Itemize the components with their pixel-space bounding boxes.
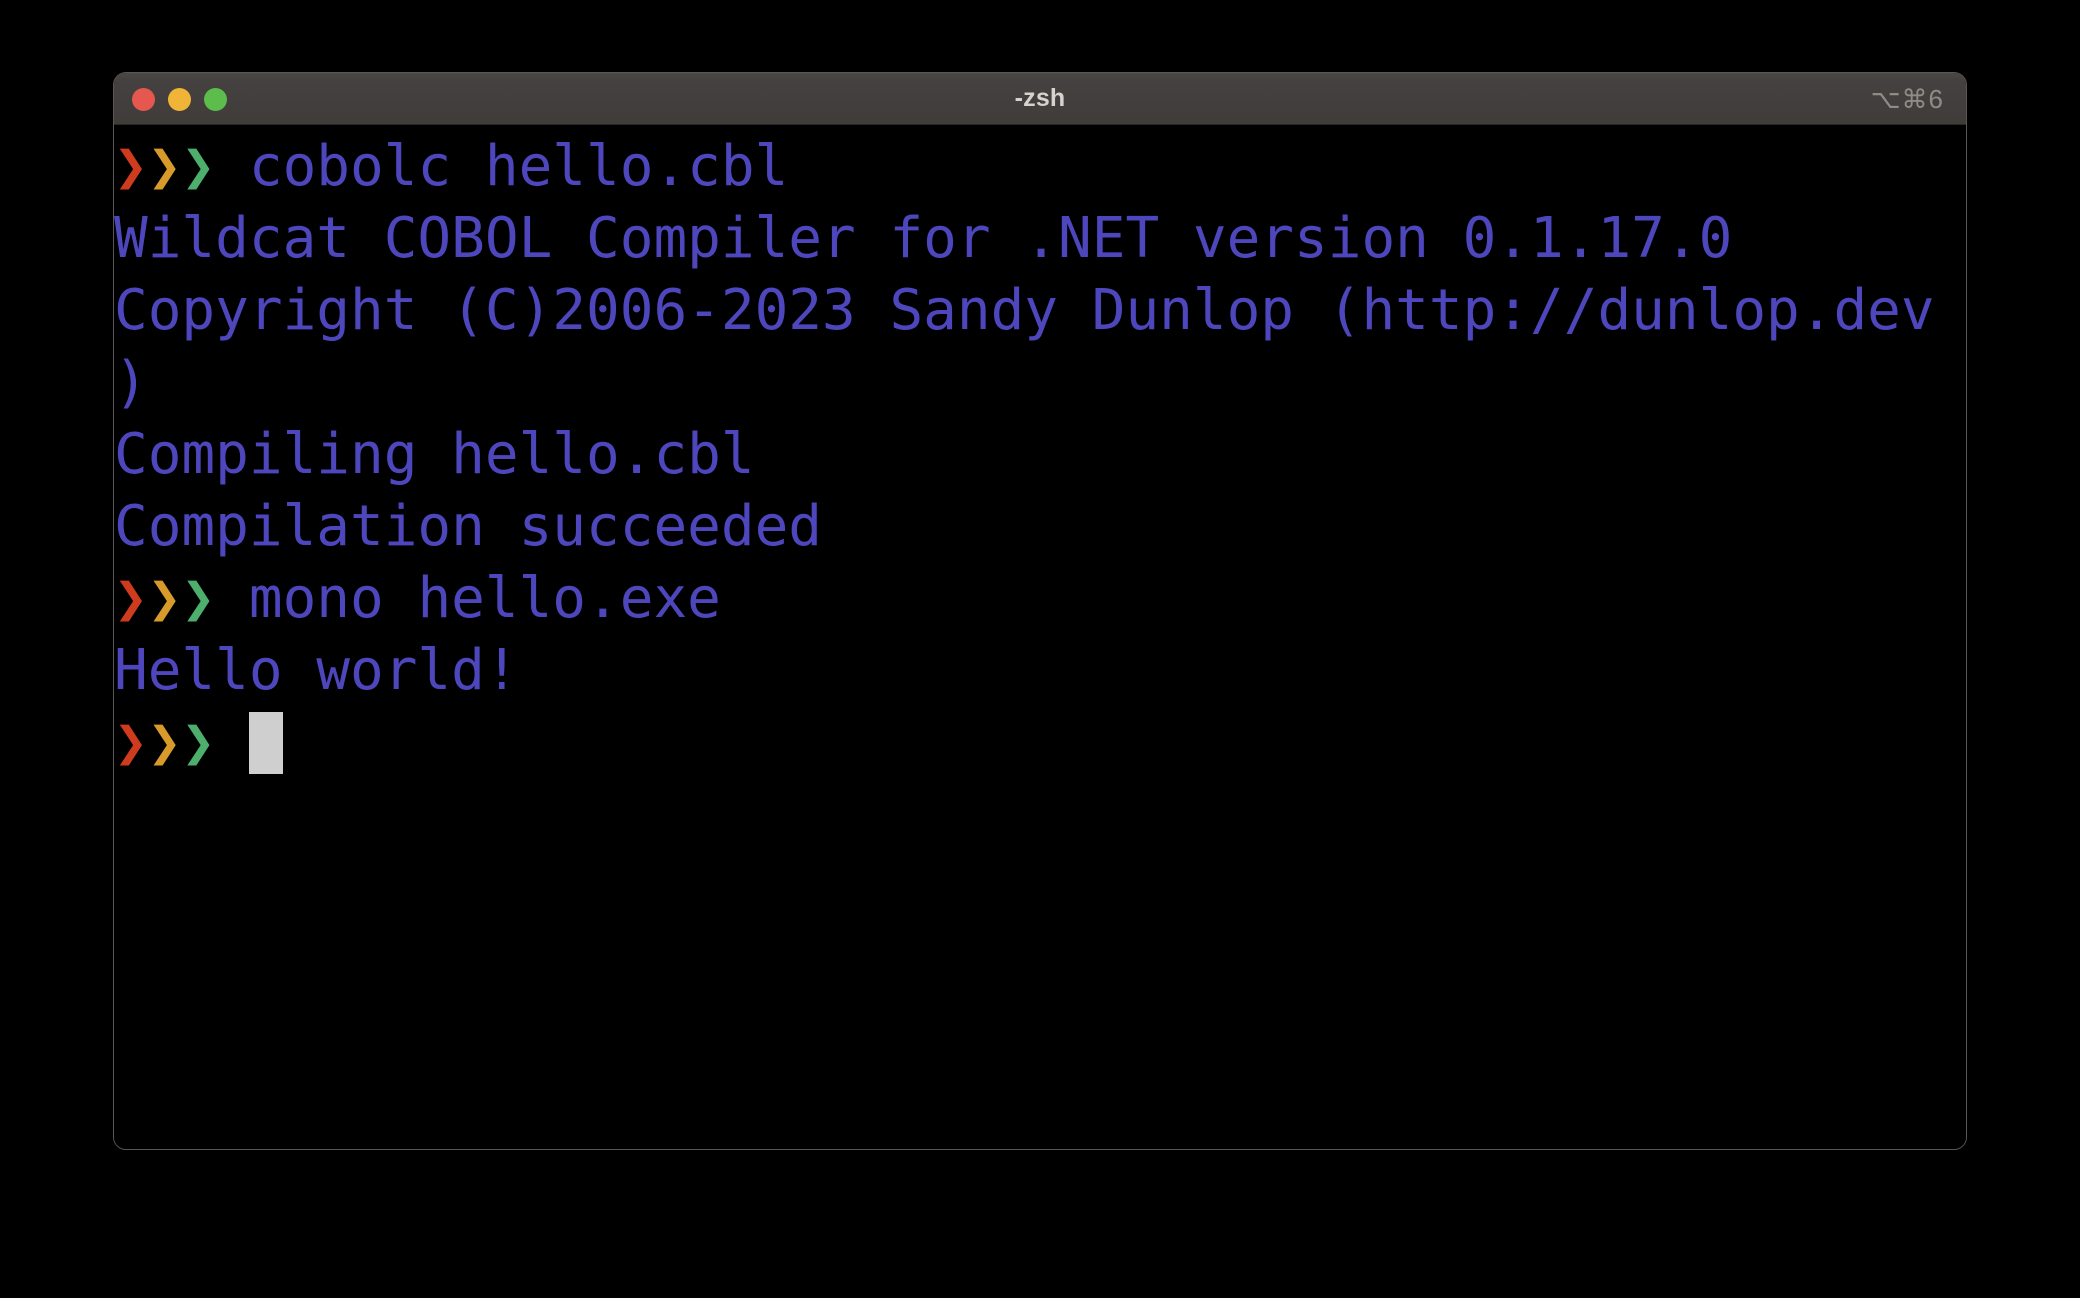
minimize-button[interactable]: [168, 87, 191, 111]
chevron-red-icon: ❯: [114, 710, 148, 775]
chevron-green-icon: ❯: [181, 710, 216, 775]
terminal-window[interactable]: -zsh ⌥⌘6 ❯❯❯ cobolc hello.cbl Wildcat CO…: [113, 72, 1967, 1150]
maximize-button[interactable]: [204, 87, 227, 111]
terminal-line-prompt-1: ❯❯❯ cobolc hello.cbl: [114, 131, 1966, 203]
terminal-line-output-6: Hello world!: [114, 635, 1966, 707]
output-text: Hello world!: [114, 638, 519, 703]
chevron-red-icon: ❯: [114, 134, 148, 199]
chevron-amber-icon: ❯: [147, 566, 182, 631]
terminal-titlebar[interactable]: -zsh ⌥⌘6: [114, 73, 1966, 125]
terminal-output-area[interactable]: ❯❯❯ cobolc hello.cbl Wildcat COBOL Compi…: [114, 125, 1966, 1149]
terminal-line-output-5: Compilation succeeded: [114, 491, 1966, 563]
chevron-red-icon: ❯: [114, 566, 148, 631]
chevron-amber-icon: ❯: [147, 710, 182, 775]
chevron-green-icon: ❯: [181, 134, 216, 199]
chevron-amber-icon: ❯: [147, 134, 182, 199]
terminal-line-output-3: ): [114, 347, 1966, 419]
command-text: mono hello.exe: [215, 566, 721, 631]
keyboard-shortcut-indicator: ⌥⌘6: [1870, 83, 1944, 114]
output-text: Compilation succeeded: [114, 494, 823, 559]
command-input[interactable]: [215, 710, 249, 775]
terminal-line-prompt-2: ❯❯❯ mono hello.exe: [114, 563, 1966, 635]
output-text: Wildcat COBOL Compiler for .NET version …: [114, 206, 1733, 271]
desktop-background: -zsh ⌥⌘6 ❯❯❯ cobolc hello.cbl Wildcat CO…: [0, 0, 2080, 1298]
prompt-chevrons: ❯❯❯: [114, 134, 215, 199]
output-text: ): [114, 350, 148, 415]
prompt-chevrons: ❯❯❯: [114, 566, 215, 631]
command-text: cobolc hello.cbl: [215, 134, 789, 199]
terminal-line-output-4: Compiling hello.cbl: [114, 419, 1966, 491]
terminal-line-output-1: Wildcat COBOL Compiler for .NET version …: [114, 203, 1966, 275]
terminal-line-output-2: Copyright (C)2006-2023 Sandy Dunlop (htt…: [114, 275, 1966, 347]
window-title: -zsh: [1014, 84, 1066, 112]
traffic-light-group: [132, 73, 227, 125]
prompt-chevrons: ❯❯❯: [114, 710, 215, 775]
close-button[interactable]: [132, 87, 155, 111]
chevron-green-icon: ❯: [181, 566, 216, 631]
terminal-line-prompt-active[interactable]: ❯❯❯: [114, 707, 1966, 779]
output-text: Compiling hello.cbl: [114, 422, 755, 487]
output-text: Copyright (C)2006-2023 Sandy Dunlop (htt…: [114, 278, 1935, 343]
text-cursor: [248, 712, 283, 774]
